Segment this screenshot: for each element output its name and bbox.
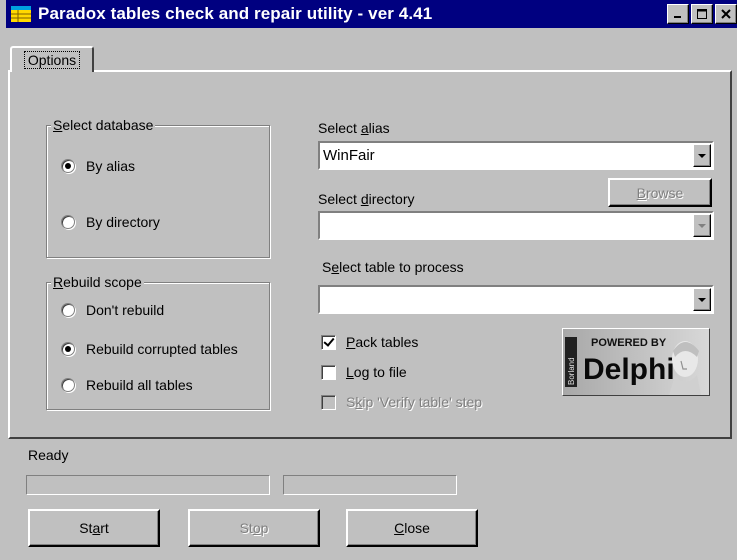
radio-by-directory[interactable]: By directory (61, 213, 160, 231)
app-window: Paradox tables check and repair utility … (0, 0, 737, 560)
stop-button[interactable]: Stop (188, 509, 320, 547)
app-table-icon (11, 6, 31, 22)
tab-options-label: Options (23, 51, 81, 69)
maximize-button[interactable] (691, 4, 713, 24)
log-to-file-check[interactable] (321, 364, 336, 380)
select-table-label: Select table to process (322, 259, 464, 275)
radio-by-alias-button[interactable] (61, 159, 75, 173)
directory-combobox[interactable] (318, 211, 714, 240)
close-window-button[interactable] (715, 4, 737, 24)
logo-top-text: POWERED BY (591, 337, 667, 349)
radio-rebuild-corrupted[interactable]: Rebuild corrupted tables (61, 340, 238, 358)
select-database-title: Select database (51, 116, 156, 134)
close-button[interactable]: Close (346, 509, 478, 547)
rebuild-scope-title: Rebuild scope (51, 273, 144, 291)
minimize-icon (674, 16, 681, 18)
tab-strip: Options (8, 30, 737, 72)
radio-by-directory-button[interactable] (61, 215, 75, 229)
chevron-down-icon (698, 223, 706, 228)
select-directory-label: Select directory (318, 191, 415, 207)
radio-by-directory-label: By directory (86, 214, 160, 230)
radio-dont-rebuild-label: Don't rebuild (86, 302, 165, 318)
table-dropdown-button[interactable] (693, 288, 711, 311)
radio-dont-rebuild[interactable]: Don't rebuild (61, 301, 164, 319)
powered-by-delphi-logo: Borland POWERED BY Delphi (562, 328, 710, 396)
tab-options[interactable]: Options (10, 46, 94, 72)
pack-tables-checkbox[interactable]: Pack tables (321, 333, 418, 351)
alias-combobox-value: WinFair (323, 147, 375, 164)
radio-rebuild-all-label: Rebuild all tables (86, 377, 193, 393)
log-to-file-checkbox[interactable]: Log to file (321, 363, 407, 381)
directory-dropdown-button[interactable] (693, 214, 711, 237)
maximize-icon (697, 9, 707, 19)
chevron-down-icon (698, 153, 706, 158)
alias-combobox[interactable]: WinFair (318, 141, 714, 170)
skip-verify-checkbox[interactable]: Skip 'Verify table' step (321, 393, 482, 411)
radio-by-alias-label: By alias (86, 158, 136, 174)
title-bar[interactable]: Paradox tables check and repair utility … (6, 0, 737, 28)
table-combobox[interactable] (318, 285, 714, 314)
alias-dropdown-button[interactable] (693, 144, 711, 167)
logo-main-text: Delphi (583, 353, 675, 386)
browse-button[interactable]: Browse (608, 178, 712, 207)
chevron-down-icon (698, 297, 706, 302)
select-database-group: Select database By alias By directory (46, 116, 270, 258)
radio-rebuild-all[interactable]: Rebuild all tables (61, 376, 193, 394)
pack-tables-check[interactable] (321, 334, 336, 350)
logo-side-text: Borland (567, 357, 576, 385)
rebuild-scope-group: Rebuild scope Don't rebuild Rebuild corr… (46, 273, 270, 410)
log-to-file-label: Log to file (346, 364, 407, 380)
select-alias-label: Select alias (318, 120, 390, 136)
close-icon (721, 9, 731, 19)
pack-tables-label: Pack tables (346, 334, 419, 350)
start-button[interactable]: Start (28, 509, 160, 547)
radio-rebuild-all-button[interactable] (61, 378, 75, 392)
radio-rebuild-corrupted-label: Rebuild corrupted tables (86, 341, 238, 357)
minimize-button[interactable] (667, 4, 689, 24)
progress-bar-primary (26, 475, 270, 495)
skip-verify-label: Skip 'Verify table' step (346, 394, 483, 410)
skip-verify-check[interactable] (321, 394, 336, 410)
radio-by-alias[interactable]: By alias (61, 157, 135, 175)
progress-bar-secondary (283, 475, 457, 495)
radio-dont-rebuild-button[interactable] (61, 303, 75, 317)
window-title: Paradox tables check and repair utility … (38, 4, 433, 23)
radio-rebuild-corrupted-button[interactable] (61, 342, 75, 356)
status-text: Ready (28, 447, 69, 463)
